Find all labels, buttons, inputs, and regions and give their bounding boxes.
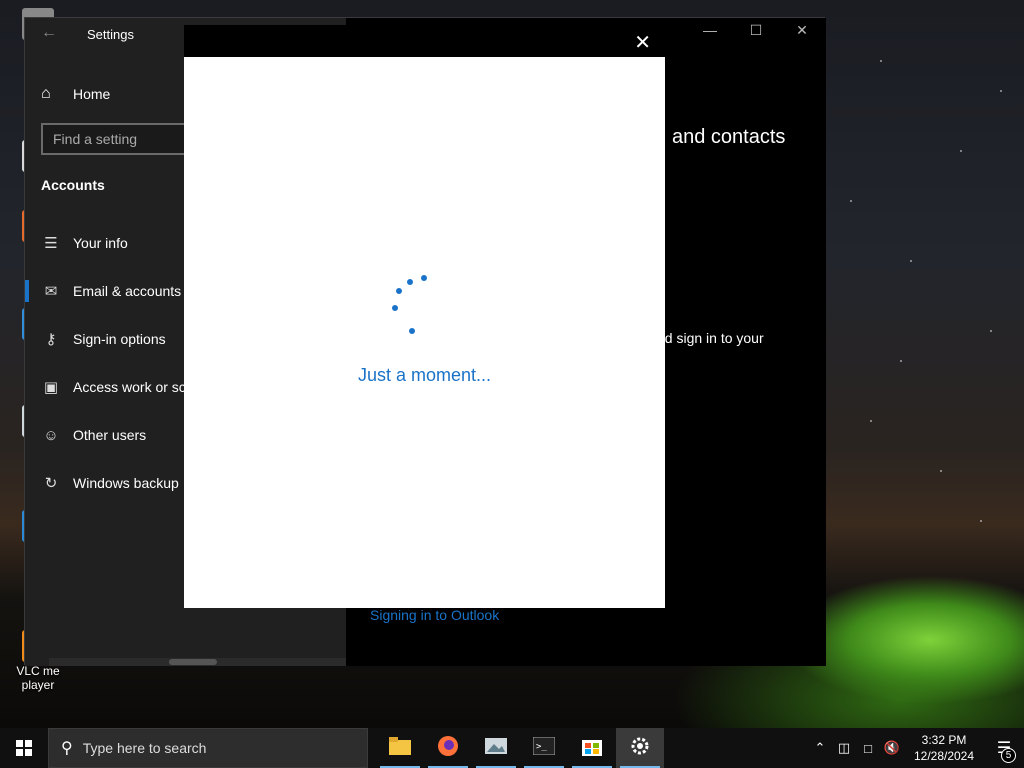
notification-badge: 5	[1001, 748, 1016, 763]
volume-muted-icon[interactable]: 🔇	[880, 740, 904, 756]
key-icon: ⚷	[45, 331, 57, 348]
taskbar-app-terminal[interactable]: >_	[520, 728, 568, 768]
nav-item-label: Email & accounts	[73, 283, 182, 299]
page-heading: and contacts	[672, 126, 786, 148]
firefox-icon	[437, 735, 459, 762]
person-add-icon: ☺	[43, 426, 59, 444]
loading-spinner	[384, 265, 434, 335]
window-title: Settings	[87, 27, 134, 42]
taskbar-app-settings[interactable]	[616, 728, 664, 768]
taskbar-app-file-explorer[interactable]	[376, 728, 424, 768]
network-icon[interactable]: □	[856, 741, 880, 756]
taskbar-app-photos[interactable]	[472, 728, 520, 768]
search-icon: ⚲	[61, 740, 73, 757]
nav-home-label: Home	[73, 86, 111, 102]
taskbar-search-placeholder: Type here to search	[82, 740, 207, 756]
windows-logo-icon	[16, 740, 32, 756]
clock-time: 3:32 PM	[921, 733, 967, 747]
terminal-icon: >_	[532, 736, 556, 760]
close-window-icon[interactable]: ✕	[782, 22, 822, 46]
mail-icon: ✉	[44, 283, 58, 300]
system-tray: ⌃ ◫ □ 🔇 3:32 PM 12/28/2024 ☰ 5	[808, 728, 1024, 768]
security-icon[interactable]: ◫	[832, 740, 856, 756]
selection-indicator	[25, 280, 29, 302]
maximize-icon[interactable]: ☐	[736, 22, 776, 46]
spinner-dot	[407, 279, 413, 285]
taskbar-app-firefox[interactable]	[424, 728, 472, 768]
dialog-close-icon[interactable]: ✕	[634, 30, 651, 55]
taskbar-apps: >_	[376, 728, 664, 768]
notification-center-button[interactable]: ☰ 5	[984, 738, 1024, 763]
nav-home[interactable]: ⌂ Home	[41, 82, 110, 106]
folder-icon	[389, 736, 411, 760]
back-arrow-icon[interactable]: ←	[41, 24, 57, 42]
spinner-dot	[392, 305, 398, 311]
clock[interactable]: 3:32 PM 12/28/2024	[904, 732, 984, 764]
spinner-dot	[396, 288, 402, 294]
clock-date: 12/28/2024	[913, 749, 975, 763]
spinner-dot	[409, 328, 415, 334]
spinner-dot	[421, 275, 427, 281]
section-title: Accounts	[41, 177, 105, 193]
start-button[interactable]	[0, 728, 48, 768]
loading-text: Just a moment...	[357, 365, 492, 385]
person-card-icon: ☰	[44, 235, 58, 252]
scrollbar-thumb[interactable]	[169, 659, 217, 665]
home-icon: ⌂	[41, 85, 51, 102]
page-description: nd sign in to your	[657, 330, 764, 346]
dialog-title-bar: ✕	[184, 25, 665, 57]
signing-in-outlook-link[interactable]: Signing in to Outlook	[370, 607, 499, 623]
sync-icon: ↻	[44, 475, 58, 492]
svg-text:>_: >_	[536, 742, 547, 752]
chevron-up-icon[interactable]: ⌃	[808, 740, 832, 756]
nav-item-label: Other users	[73, 427, 147, 443]
nav-item-label: Your info	[73, 235, 128, 251]
store-icon	[581, 735, 603, 762]
taskbar-search-box[interactable]: ⚲ Type here to search	[48, 728, 368, 768]
gear-icon	[629, 735, 651, 762]
taskbar: ⚲ Type here to search >_ ⌃ ◫ □ 🔇 3:32 PM…	[0, 728, 1024, 768]
desktop-icon-label: VLC me player	[16, 664, 60, 692]
nav-item-label: Sign-in options	[73, 331, 166, 347]
image-viewer-icon	[485, 736, 507, 761]
nav-item-label: Windows backup	[73, 475, 179, 491]
taskbar-app-store[interactable]	[568, 728, 616, 768]
minimize-icon[interactable]: —	[690, 22, 730, 46]
sign-in-dialog: ✕ Just a moment...	[184, 25, 665, 608]
find-setting-placeholder: Find a setting	[53, 131, 138, 147]
briefcase-icon: ▣	[43, 379, 59, 396]
